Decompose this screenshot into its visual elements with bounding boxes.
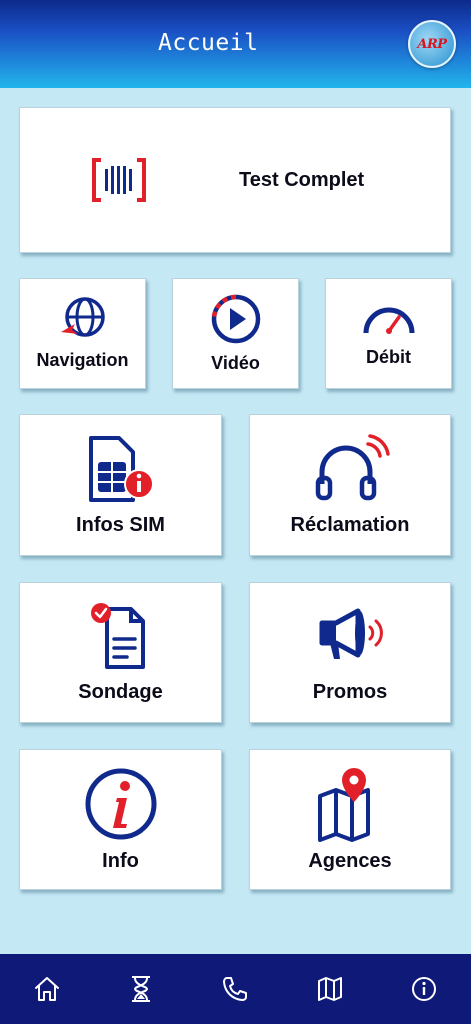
survey-document-icon xyxy=(90,603,145,669)
agences-label: Agences xyxy=(308,850,392,872)
reclamation-label: Réclamation xyxy=(290,513,410,536)
nav-home[interactable] xyxy=(30,972,64,1006)
agences-button[interactable]: Agences xyxy=(249,749,451,890)
test-complet-button[interactable]: Test Complet xyxy=(19,107,451,253)
headphones-icon xyxy=(315,433,390,500)
barcode-scan-icon xyxy=(92,158,146,202)
map-icon xyxy=(318,977,342,1001)
page-title: Accueil xyxy=(158,30,259,56)
info-circle-icon xyxy=(85,768,156,840)
sim-card-icon xyxy=(88,435,154,502)
video-button[interactable]: Vidéo xyxy=(172,278,299,389)
sondage-button[interactable]: Sondage xyxy=(19,582,222,723)
play-icon xyxy=(211,294,260,344)
globe-cursor-icon xyxy=(60,297,105,337)
infos-sim-button[interactable]: Infos SIM xyxy=(19,414,222,556)
nav-call[interactable] xyxy=(218,972,252,1006)
test-complet-label: Test Complet xyxy=(239,168,365,191)
phone-icon xyxy=(223,977,247,1001)
debit-button[interactable]: Débit xyxy=(325,278,452,389)
reclamation-button[interactable]: Réclamation xyxy=(249,414,451,556)
info-label: Info xyxy=(102,850,139,872)
map-pin-icon xyxy=(318,768,370,842)
info-button[interactable]: Info xyxy=(19,749,222,890)
bottom-navigation xyxy=(0,954,471,1024)
hourglass-icon xyxy=(132,976,150,1002)
navigation-label: Navigation xyxy=(36,350,129,370)
megaphone-icon xyxy=(319,608,383,659)
navigation-button[interactable]: Navigation xyxy=(19,278,146,389)
nav-about[interactable] xyxy=(407,972,441,1006)
arpt-logo[interactable]: ARP xyxy=(408,20,456,68)
nav-history[interactable] xyxy=(124,972,158,1006)
infos-sim-label: Infos SIM xyxy=(76,513,165,536)
nav-map[interactable] xyxy=(313,972,347,1006)
speedometer-icon xyxy=(363,307,414,334)
promos-label: Promos xyxy=(312,681,388,703)
video-label: Vidéo xyxy=(211,353,260,373)
debit-label: Débit xyxy=(366,347,411,367)
promos-button[interactable]: Promos xyxy=(249,582,451,723)
sondage-label: Sondage xyxy=(78,681,163,703)
info-icon xyxy=(412,977,436,1001)
home-icon xyxy=(35,977,59,1001)
app-header: Accueil ARP xyxy=(0,0,471,88)
